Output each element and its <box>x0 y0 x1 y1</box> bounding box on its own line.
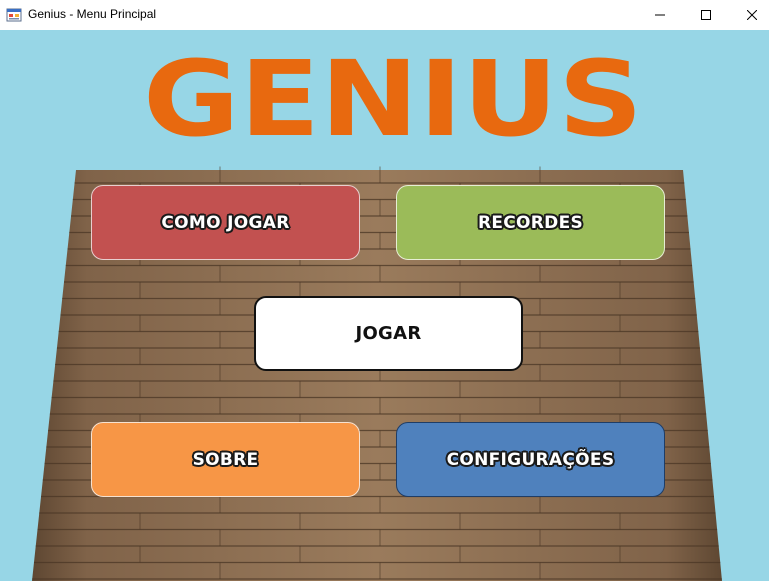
app-icon <box>6 8 22 22</box>
configuracoes-button[interactable]: CONFIGURAÇÕES <box>396 422 665 497</box>
jogar-label: JOGAR <box>355 323 422 344</box>
configuracoes-label: CONFIGURAÇÕES <box>446 449 615 470</box>
como-jogar-button[interactable]: COMO JOGAR <box>91 185 360 260</box>
como-jogar-label: COMO JOGAR <box>161 212 290 233</box>
window-title-bar[interactable]: Genius - Menu Principal <box>0 0 769 30</box>
recordes-label: RECORDES <box>477 212 584 233</box>
sobre-button[interactable]: SOBRE <box>91 422 360 497</box>
main-menu-area: GENIUS COMO JOGAR RECORDES JOGAR SOBRE C… <box>0 30 769 581</box>
maximize-icon <box>701 10 711 20</box>
recordes-button[interactable]: RECORDES <box>396 185 665 260</box>
jogar-button[interactable]: JOGAR <box>254 296 523 371</box>
minimize-icon <box>655 14 665 16</box>
close-icon <box>747 10 757 20</box>
window-title: Genius - Menu Principal <box>28 7 157 21</box>
sobre-label: SOBRE <box>192 449 259 470</box>
close-button[interactable] <box>729 0 769 30</box>
minimize-button[interactable] <box>637 0 683 30</box>
maximize-button[interactable] <box>683 0 729 30</box>
